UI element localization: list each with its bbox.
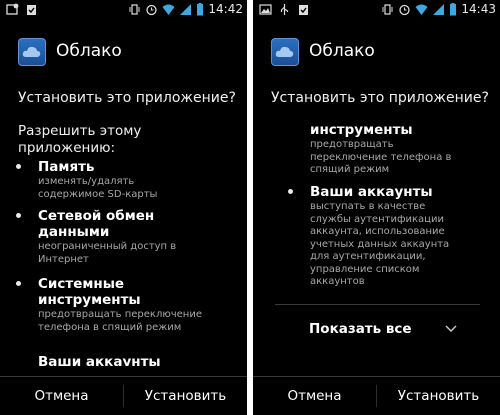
app-title: Облако [56,41,122,61]
clipboard-check-icon [299,5,308,15]
permission-item: Системные инструменты предотвращать пере… [16,276,208,334]
notification-icon [6,3,19,15]
show-all-button[interactable]: Показать все [309,321,412,337]
list-divider [275,304,480,305]
vibrate-icon [382,3,393,15]
bullet [288,189,293,194]
wifi-icon [162,4,175,15]
signal-icon [433,3,445,15]
app-title: Облако [309,41,375,61]
permission-title: Ваши аккаунты [38,354,161,366]
permission-item: инструменты предотвращать переключение т… [310,122,470,177]
alarm-icon [399,4,411,15]
permission-title: Системные инструменты [38,276,141,308]
bullet [16,281,21,286]
image-icon [259,4,272,15]
signal-icon [180,3,192,15]
permission-item: Сетевой обмен данными неограниченный дос… [16,208,198,266]
cancel-button[interactable]: Отмена [253,377,376,415]
bullet [16,164,21,169]
app-icon [271,38,299,66]
permission-desc: изменять/удалять содержимое SD-карты [38,176,158,200]
dialog-title-bar: Облако [253,22,500,82]
usb-icon [280,4,289,15]
install-screen-right: 14:43 Облако Установить это приложение? … [253,0,500,415]
install-question: Установить это приложение? [271,90,489,106]
allow-text: Разрешить этому приложению: [18,123,142,156]
button-bar: Отмена Установить [0,377,247,415]
chevron-down-icon[interactable] [445,323,457,333]
status-time: 14:42 [208,2,243,16]
status-bar: 14:43 [253,0,500,22]
clipboard-check-icon [27,5,36,15]
status-time: 14:43 [461,2,496,16]
battery-icon [197,2,204,15]
permission-item: Память изменять/удалять содержимое SD-ка… [16,159,188,201]
battery-icon [450,2,457,15]
permission-desc: неограниченный доступ в Интернет [38,241,177,265]
vibrate-icon [129,3,140,15]
bullet [16,213,21,218]
permission-title: Сетевой обмен данными [38,208,155,240]
permission-title: Память [38,159,95,175]
permission-item: Ваши аккаунты выступать в качестве служб… [288,184,470,289]
install-button[interactable]: Установить [124,377,247,415]
app-icon [18,38,46,66]
permission-item: Ваши аккаунты [38,354,188,366]
install-question: Установить это приложение? [18,90,236,106]
status-bar: 14:42 [0,0,247,22]
wifi-icon [415,4,428,15]
permission-desc: предотвращать переключение телефона в сп… [310,139,452,175]
dialog-title-bar: Облако [0,22,247,82]
button-bar: Отмена Установить [253,377,500,415]
cancel-button[interactable]: Отмена [0,377,123,415]
alarm-icon [146,4,158,15]
permission-desc: выступать в качестве службы аутентификац… [310,201,450,287]
permission-title: инструменты [310,122,413,138]
permission-title: Ваши аккаунты [310,184,433,200]
install-button[interactable]: Установить [377,377,500,415]
cloud-icon [22,46,41,57]
permission-desc: предотвращать переключение телефона в сп… [38,309,202,333]
cloud-icon [275,46,294,57]
install-screen-left: 14:42 Облако Установить это приложение? … [0,0,247,415]
